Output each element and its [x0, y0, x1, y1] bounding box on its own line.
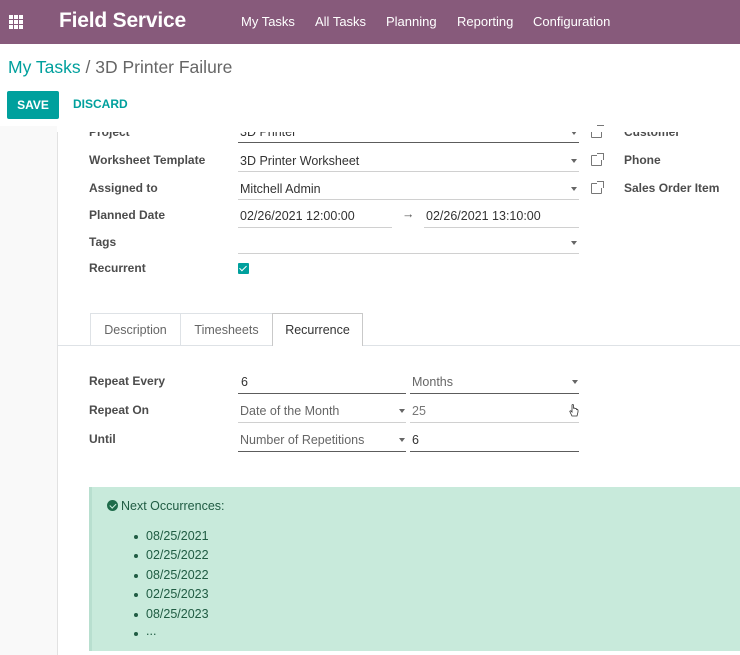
scroll-edge-mask [57, 126, 740, 132]
repeat-on-label: Repeat On [89, 403, 150, 417]
breadcrumb-current: 3D Printer Failure [95, 57, 233, 77]
discard-button[interactable]: DISCARD [73, 97, 128, 111]
repeat-unit-dropdown-icon[interactable] [572, 380, 578, 384]
assigned-to-label: Assigned to [89, 181, 158, 195]
repeat-on-underline [238, 422, 406, 423]
project-underline [238, 142, 579, 143]
app-name[interactable]: Field Service [59, 9, 186, 33]
bullet-icon [134, 554, 138, 558]
tags-underline [238, 253, 579, 254]
repeat-unit-field[interactable]: Months [412, 375, 453, 389]
menu-all-tasks[interactable]: All Tasks [315, 14, 366, 29]
repeat-on-field[interactable]: Date of the Month [240, 404, 339, 418]
repetitions-count-underline [410, 451, 579, 452]
bullet-icon [134, 574, 138, 578]
phone-label: Phone [624, 153, 661, 167]
breadcrumb-parent[interactable]: My Tasks [8, 57, 81, 77]
tags-dropdown-icon[interactable] [571, 241, 577, 245]
save-button[interactable]: SAVE [7, 91, 59, 119]
assigned-to-dropdown-icon[interactable] [571, 187, 577, 191]
menu-planning[interactable]: Planning [386, 14, 437, 29]
repeat-unit-underline [410, 393, 579, 394]
tab-recurrence[interactable]: Recurrence [272, 313, 363, 346]
worksheet-template-label: Worksheet Template [89, 153, 206, 167]
worksheet-external-link-icon[interactable] [591, 153, 604, 166]
date-range-arrow: → [402, 207, 415, 221]
occurrence-item: 02/25/2022 [146, 548, 209, 562]
until-field[interactable]: Number of Repetitions [240, 433, 364, 447]
assigned-to-underline [238, 199, 579, 200]
occurrence-item: 08/25/2022 [146, 568, 209, 582]
occurrence-item: 02/25/2023 [146, 587, 209, 601]
tab-timesheets[interactable]: Timesheets [180, 313, 273, 345]
until-dropdown-icon[interactable] [399, 438, 405, 442]
planned-date-end-underline [424, 227, 579, 228]
bullet-icon [134, 593, 138, 597]
hand-cursor-icon [569, 404, 579, 417]
planned-date-end-field[interactable]: 02/26/2021 13:10:00 [426, 209, 541, 223]
until-label: Until [89, 432, 116, 446]
menu-configuration[interactable]: Configuration [533, 14, 610, 29]
bullet-icon [134, 613, 138, 617]
worksheet-template-underline [238, 171, 579, 172]
scroll-edge-mask-left [0, 126, 57, 132]
breadcrumb-separator: / [85, 57, 91, 77]
repeat-every-underline [238, 393, 406, 394]
sales-order-item-label: Sales Order Item [624, 181, 720, 195]
repeat-every-field[interactable]: 6 [241, 375, 248, 389]
menu-reporting[interactable]: Reporting [457, 14, 513, 29]
repeat-day-underline [410, 422, 579, 423]
planned-date-start-field[interactable]: 02/26/2021 12:00:00 [240, 209, 355, 223]
occurrence-item: ... [146, 624, 157, 638]
tags-label: Tags [89, 235, 117, 249]
assigned-to-field[interactable]: Mitchell Admin [240, 182, 321, 196]
repeat-every-label: Repeat Every [89, 374, 166, 388]
recurrent-label: Recurrent [89, 261, 146, 275]
repetitions-count-field[interactable]: 6 [412, 433, 419, 447]
worksheet-dropdown-icon[interactable] [571, 159, 577, 163]
top-navbar: Field Service My Tasks All Tasks Plannin… [0, 0, 740, 44]
planned-date-start-underline [238, 227, 392, 228]
planned-date-label: Planned Date [89, 208, 166, 222]
next-occurrences-title: Next Occurrences: [121, 499, 225, 513]
check-circle-icon [107, 500, 118, 511]
repeat-day-field[interactable]: 25 [412, 404, 426, 418]
worksheet-template-field[interactable]: 3D Printer Worksheet [240, 154, 359, 168]
recurrent-checkbox[interactable] [238, 263, 249, 274]
occurrence-item: 08/25/2021 [146, 529, 209, 543]
occurrence-item: 08/25/2023 [146, 607, 209, 621]
menu-my-tasks[interactable]: My Tasks [241, 14, 295, 29]
bullet-icon [134, 535, 138, 539]
assigned-to-external-link-icon[interactable] [591, 181, 604, 194]
until-underline [238, 451, 406, 452]
tab-description[interactable]: Description [90, 313, 181, 345]
breadcrumb: My Tasks / 3D Printer Failure [8, 57, 232, 78]
bullet-icon [134, 632, 138, 636]
repeat-on-dropdown-icon[interactable] [399, 409, 405, 413]
apps-grid-icon[interactable] [9, 15, 23, 29]
